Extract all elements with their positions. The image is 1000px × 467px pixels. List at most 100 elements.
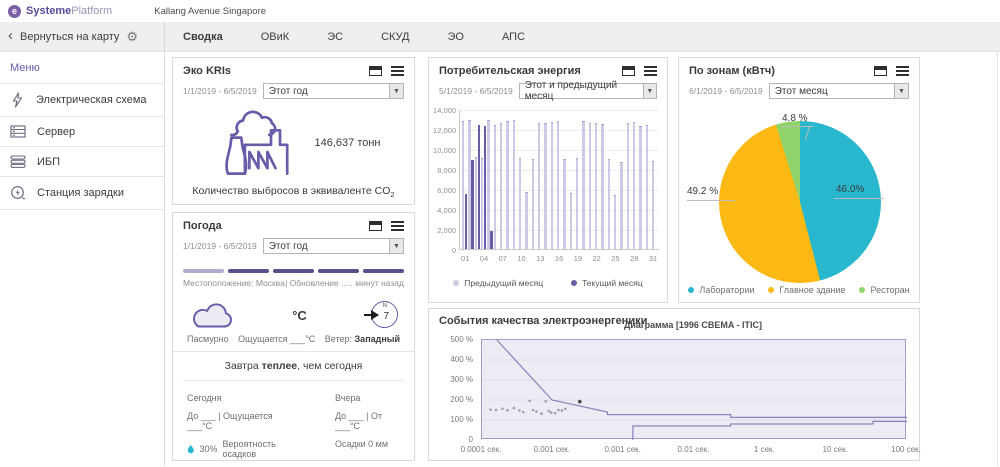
- tomorrow-post: , чем сегодня: [297, 360, 362, 372]
- tab-svodka[interactable]: Сводка: [183, 31, 223, 43]
- cloud-icon: [189, 300, 235, 330]
- brand-light: Platform: [71, 5, 112, 17]
- date-range: 6/1/2019 - 6/5/2019: [689, 86, 763, 96]
- period-value: Этот и предыдущий месяц: [525, 80, 643, 102]
- brand-name: SystemePlatform: [26, 5, 112, 17]
- card-title: По зонам (кВтч): [689, 65, 775, 77]
- sidebar-item-electrical-scheme[interactable]: Электрическая схема: [0, 84, 164, 117]
- content-area: Меню Электрическая схема Сервер ИБП Стан…: [0, 52, 1000, 466]
- card-zones-kwh: По зонам (кВтч) 6/1/2019 - 6/5/2019 Этот…: [678, 57, 920, 303]
- caption-text: Количество выбросов в эквиваленте CO: [192, 185, 390, 197]
- sidebar-item-label: Станция зарядки: [37, 187, 124, 199]
- brand-logo-icon: e: [8, 5, 21, 18]
- tab-eo[interactable]: ЭО: [447, 31, 463, 43]
- hamburger-menu-icon[interactable]: [391, 221, 404, 231]
- ups-icon: [10, 155, 26, 168]
- callout-line: [687, 200, 735, 201]
- callout-line: [834, 198, 884, 199]
- weather-update: | Обновление ..... минут назад: [285, 278, 404, 288]
- select-arrow-icon: ▼: [643, 84, 656, 98]
- select-arrow-icon: ▼: [389, 84, 403, 98]
- dashboard-page: { "header": { "brand_bold": "Systeme", "…: [0, 0, 1000, 466]
- temperature-value: °C: [292, 308, 307, 323]
- today-range: До ___ | Ощущается ___°C: [187, 411, 297, 431]
- weather-condition: Пасмурно: [187, 334, 229, 344]
- back-to-map-button[interactable]: ‹ Вернуться на карту ⚙: [0, 22, 165, 51]
- period-select[interactable]: Этот и предыдущий месяц ▼: [519, 83, 657, 99]
- card-energy-consumption: Потребительская энергия 5/1/2019 - 6/5/2…: [428, 57, 668, 303]
- site-location: Kallang Avenue Singapore: [154, 6, 266, 17]
- precip-percent: 30%: [200, 444, 218, 454]
- period-value: Этот год: [269, 241, 308, 252]
- wind-speed-value: 7: [383, 311, 389, 322]
- card-title: Эко KRIs: [183, 65, 231, 77]
- hamburger-menu-icon[interactable]: [644, 66, 657, 76]
- forecast-segment-bar: [173, 269, 414, 273]
- top-bar: e SystemePlatform Kallang Avenue Singapo…: [0, 0, 1000, 22]
- tomorrow-forecast: Завтра теплее, чем сегодня: [183, 352, 404, 381]
- sidebar-item-ups[interactable]: ИБП: [0, 147, 164, 177]
- period-value: Этот месяц: [775, 86, 828, 97]
- nav-bar: ‹ Вернуться на карту ⚙ Сводка ОВиК ЭС СК…: [0, 22, 1000, 52]
- dashboard-main: Эко KRIs 1/1/2019 - 6/5/2019 Этот год ▼: [165, 52, 1000, 466]
- tab-aps[interactable]: АПС: [502, 31, 525, 43]
- today-label: Сегодня: [187, 393, 297, 403]
- tomorrow-pre: Завтра: [225, 360, 262, 372]
- card-weather: Погода 1/1/2019 - 6/5/2019 Этот год ▼ Ме…: [172, 212, 415, 461]
- sidebar-item-label: ИБП: [37, 156, 60, 168]
- tab-es[interactable]: ЭС: [327, 31, 343, 43]
- select-arrow-icon: ▼: [389, 239, 403, 253]
- wind-value: Западный: [355, 334, 400, 344]
- sidebar-item-server[interactable]: Сервер: [0, 117, 164, 147]
- card-power-quality-events: События качества электроэнергеники Диагр…: [428, 308, 920, 461]
- hamburger-menu-icon[interactable]: [896, 66, 909, 76]
- period-select[interactable]: Этот год ▼: [263, 83, 404, 99]
- yesterday-column: Вчера До ___ | От ___°C Осадки 0 мм: [335, 393, 400, 467]
- wind-direction-icon: N 7: [364, 300, 398, 330]
- factory-emissions-icon: [207, 107, 299, 179]
- sidebar-item-label: Сервер: [37, 126, 75, 138]
- bar-chart-legend: Предыдущий месяцТекущий месяц: [429, 278, 667, 288]
- wind-north-letter: N: [383, 303, 387, 309]
- menu-title: Меню: [0, 58, 164, 84]
- yesterday-label: Вчера: [335, 393, 400, 403]
- back-chevron-icon: ‹: [8, 28, 13, 43]
- yesterday-range: До ___ | От ___°C: [335, 411, 400, 431]
- period-value: Этот год: [269, 86, 308, 97]
- back-label: Вернуться на карту: [20, 31, 119, 43]
- lightning-icon: [10, 92, 25, 108]
- window-icon[interactable]: [622, 66, 635, 76]
- wind-label: Ветер:: [325, 334, 355, 344]
- server-icon: [10, 125, 26, 138]
- date-range: 5/1/2019 - 6/5/2019: [439, 86, 513, 96]
- pie-label-restaurant: 4.8 %: [782, 113, 808, 124]
- caption-subscript: 2: [390, 190, 394, 199]
- weather-location: Местоположение: Москва: [183, 278, 285, 288]
- emissions-value: 146,637 тонн: [315, 137, 381, 149]
- period-select[interactable]: Этот месяц ▼: [769, 83, 909, 99]
- card-eco-kris: Эко KRIs 1/1/2019 - 6/5/2019 Этот год ▼: [172, 57, 415, 205]
- pie-label-labs: 46.0%: [836, 184, 864, 195]
- window-icon[interactable]: [874, 66, 887, 76]
- tab-ovik[interactable]: ОВиК: [261, 31, 289, 43]
- window-icon[interactable]: [369, 66, 382, 76]
- hamburger-menu-icon[interactable]: [391, 66, 404, 76]
- sidebar-item-label: Электрическая схема: [36, 94, 147, 106]
- charging-station-icon: [10, 185, 26, 201]
- bar-chart-x-axis: 0104071013161922252831: [459, 254, 659, 263]
- select-arrow-icon: ▼: [894, 84, 908, 98]
- pie-label-main-building: 49.2 %: [687, 186, 718, 197]
- brand-bold: Systeme: [26, 5, 71, 17]
- itic-curve-plot: [481, 339, 906, 439]
- yesterday-precip: Осадки 0 мм: [335, 439, 400, 449]
- sidebar-item-charging-station[interactable]: Станция зарядки: [0, 177, 164, 210]
- sidebar-menu: Меню Электрическая схема Сервер ИБП Стан…: [0, 52, 165, 466]
- tab-skud[interactable]: СКУД: [381, 31, 409, 43]
- window-icon[interactable]: [369, 221, 382, 231]
- settings-gear-icon[interactable]: ⚙: [126, 30, 138, 43]
- date-range: 1/1/2019 - 6/5/2019: [183, 86, 257, 96]
- card-title: Потребительская энергия: [439, 65, 581, 77]
- bar-chart-plot: [459, 110, 659, 250]
- card-title: События качества электроэнергеники: [439, 315, 647, 327]
- period-select[interactable]: Этот год ▼: [263, 238, 404, 254]
